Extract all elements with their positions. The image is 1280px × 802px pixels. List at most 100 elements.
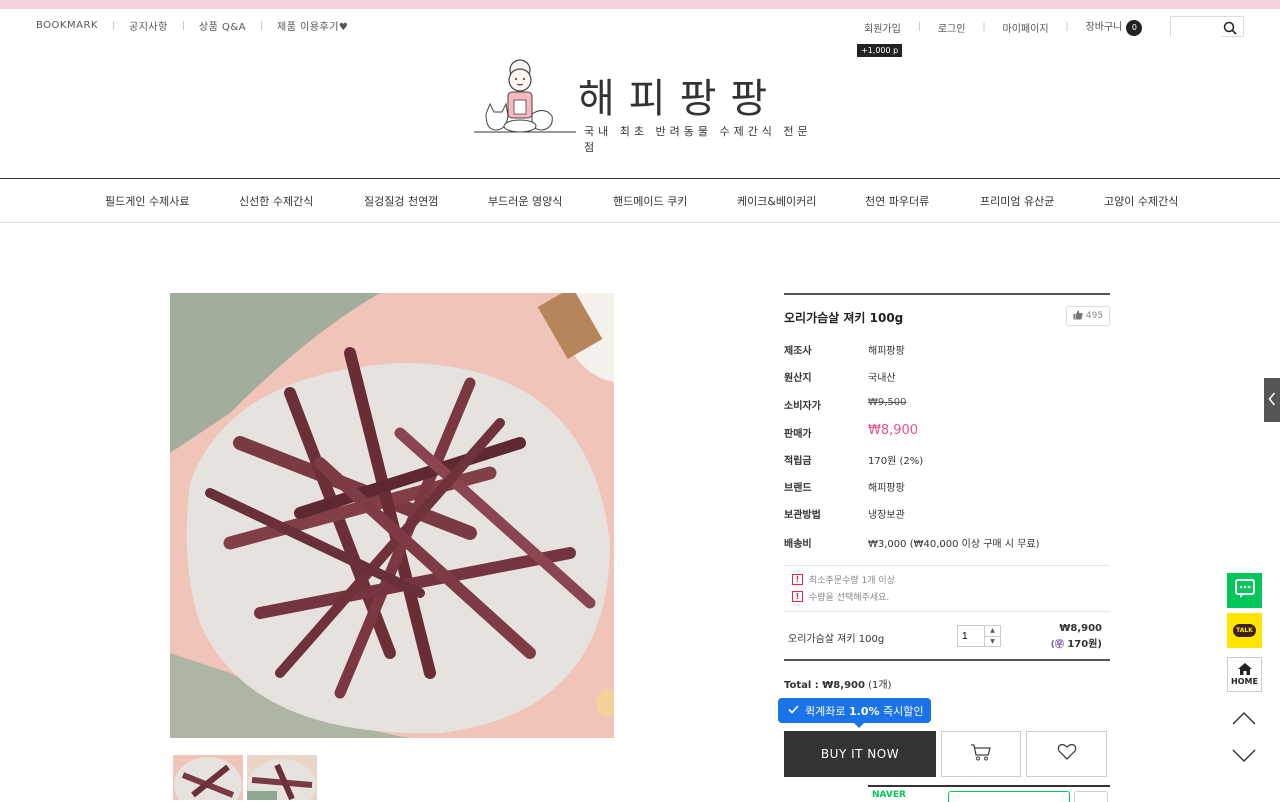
logo-illustration <box>474 59 576 133</box>
chevron-up-icon <box>1232 710 1256 729</box>
scroll-bottom-button[interactable] <box>1232 748 1256 767</box>
category-item[interactable]: 필드게인 수제사료 <box>105 193 189 209</box>
category-item[interactable]: 신선한 수제간식 <box>239 193 313 209</box>
detail-value: 냉장보관 <box>868 510 905 521</box>
search-input[interactable] <box>1171 20 1221 39</box>
product-info-panel: 오리가슴살 져키 100g 495 제조사 해피팡팡 원산지 국내산 소비자가 ₩9,… <box>778 293 1110 802</box>
cart-link[interactable]: 장바구니 0 <box>1086 18 1143 36</box>
warning-icon: ! <box>792 574 803 585</box>
home-icon <box>1237 663 1252 677</box>
separator: | <box>982 22 986 32</box>
naver-wish-button[interactable] <box>1074 791 1108 802</box>
thumbnail-1[interactable] <box>173 755 243 800</box>
warning-icon: ! <box>792 591 803 602</box>
logo-title: 해피팡팡 <box>578 76 782 122</box>
total-price: ₩8,900 <box>822 680 865 691</box>
total-line: Total : ₩8,900 (1개) <box>784 676 892 691</box>
promo-prefix: 퀵계좌로 <box>805 704 849 718</box>
heart-icon <box>1057 743 1077 765</box>
cart-icon <box>970 743 992 765</box>
thumbnail-2[interactable] <box>247 755 317 800</box>
thumbs-up-icon <box>1073 310 1083 323</box>
detail-value: 170원 (2%) <box>868 456 924 467</box>
bookmark-link[interactable]: BOOKMARK <box>36 20 98 31</box>
notice-item: ! 수량을 선택해주세요. <box>792 590 889 603</box>
quantity-stepper: ▲ ▼ <box>957 625 1001 647</box>
divider <box>784 565 1110 566</box>
search-icon[interactable] <box>1223 20 1237 39</box>
login-link[interactable]: 로그인 <box>938 20 966 35</box>
category-nav: 필드게인 수제사료 신선한 수제간식 질겅질겅 천연껌 부드러운 영양식 핸드메… <box>0 178 1280 223</box>
naver-pay-label: NAVER <box>872 790 906 800</box>
cart-count-badge: 0 <box>1126 20 1143 36</box>
mypage-link[interactable]: 마이페이지 <box>1003 20 1049 35</box>
scroll-top-button[interactable] <box>1232 710 1256 729</box>
notice-item: ! 최소주문수량 1개 이상 <box>792 573 895 586</box>
detail-label: 판매가 <box>784 429 812 440</box>
reviews-link[interactable]: 제품 이용후기♥ <box>277 18 348 33</box>
kakao-talk-label: TALK <box>1236 627 1253 634</box>
separator: | <box>181 20 185 31</box>
site-logo[interactable]: 해피팡팡 국내 최초 반려동물 수제간식 전문점 <box>472 56 812 154</box>
category-item[interactable]: 케이크&베이커리 <box>737 193 816 209</box>
kakao-talk-button[interactable]: TALK <box>1227 613 1262 648</box>
user-links: 회원가입 | 로그인 | 마이페이지 | 장바구니 0 <box>864 18 1143 36</box>
total-label: Total : <box>784 680 823 691</box>
chat-icon <box>1234 578 1256 604</box>
category-item[interactable]: 프리미엄 유산균 <box>980 193 1054 209</box>
signup-link[interactable]: 회원가입 <box>864 20 901 35</box>
search-box <box>1170 16 1244 39</box>
product-main-image <box>170 293 614 738</box>
top-nav: BOOKMARK | 공지사항 | 상품 Q&A | 제품 이용후기♥ <box>36 18 348 33</box>
home-button[interactable]: HOME <box>1227 657 1262 692</box>
quantity-up-button[interactable]: ▲ <box>985 626 1000 637</box>
chevron-down-icon <box>1232 748 1256 767</box>
product-qa-link[interactable]: 상품 Q&A <box>199 18 246 33</box>
separator: | <box>1065 22 1069 32</box>
separator: | <box>111 20 116 31</box>
like-count: 495 <box>1085 311 1104 321</box>
detail-label: 원산지 <box>784 373 812 384</box>
home-label: HOME <box>1231 677 1258 686</box>
category-item[interactable]: 부드러운 영양식 <box>488 193 562 209</box>
detail-label: 브랜드 <box>784 483 812 494</box>
check-icon <box>788 704 799 717</box>
detail-value: 국내산 <box>868 373 896 384</box>
signup-point-badge: +1,000 p <box>857 44 903 57</box>
promo-rate: 1.0% <box>848 704 880 718</box>
category-item[interactable]: 질겅질겅 천연껌 <box>364 193 438 209</box>
category-item[interactable]: 핸드메이드 쿠키 <box>613 193 687 209</box>
separator: | <box>917 22 921 32</box>
like-button[interactable]: 495 <box>1066 306 1110 326</box>
cart-label: 장바구니 <box>1085 22 1123 33</box>
option-price: ₩8,900 <box>1059 623 1102 634</box>
detail-value: 해피팡팡 <box>868 483 905 494</box>
quantity-down-button[interactable]: ▼ <box>985 637 1000 647</box>
quantity-input[interactable] <box>958 626 984 646</box>
notice-text: 최소주문수량 1개 이상 <box>809 576 895 586</box>
total-count: (1개) <box>868 680 892 691</box>
buy-now-button[interactable]: BUY IT NOW <box>784 731 936 777</box>
add-to-cart-button[interactable] <box>941 731 1021 777</box>
detail-label: 제조사 <box>784 346 812 357</box>
detail-value: ₩3,000 (₩40,000 이상 구매 시 무료) <box>868 539 1040 550</box>
points-icon: (㉾ <box>1050 640 1064 650</box>
product-name: 오리가슴살 져키 100g <box>784 311 904 325</box>
promo-suffix: 즉시할인 <box>879 704 924 718</box>
talk-talk-button[interactable] <box>1227 573 1262 608</box>
wishlist-button[interactable] <box>1026 731 1107 777</box>
side-panel-toggle[interactable] <box>1264 378 1280 422</box>
promo-tooltip: 퀵계좌로 1.0% 즉시할인 <box>778 698 932 728</box>
notice-link[interactable]: 공지사항 <box>129 18 168 33</box>
chevron-left-icon <box>1268 391 1276 410</box>
sale-price: ₩8,900 <box>868 423 919 438</box>
naver-pay-button[interactable] <box>948 791 1070 802</box>
logo-subtitle: 국내 최초 반려동물 수제간식 전문점 <box>584 125 812 154</box>
top-accent-bar <box>0 0 1280 9</box>
detail-label: 적립금 <box>784 456 812 467</box>
category-item[interactable]: 천연 파우더류 <box>865 193 929 209</box>
detail-label: 보관방법 <box>784 510 821 521</box>
kakao-talk-icon: TALK <box>1233 624 1256 637</box>
category-item[interactable]: 고양이 수제간식 <box>1104 193 1178 209</box>
detail-label: 소비자가 <box>784 401 821 412</box>
